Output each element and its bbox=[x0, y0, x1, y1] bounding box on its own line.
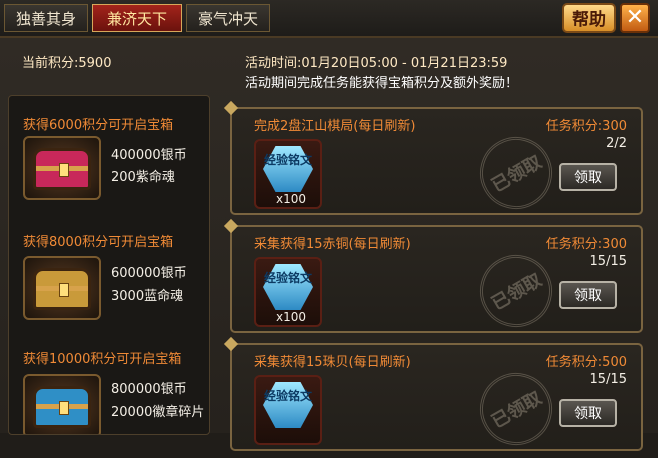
claimed-stamp-text: 已领取 bbox=[488, 151, 546, 197]
chest-reward-list[interactable]: 获得6000积分可开启宝箱 400000银币 200紫命魂 获得8000积分可开… bbox=[8, 95, 210, 435]
reward-item-slot[interactable]: 经验铭文 x100 bbox=[254, 139, 322, 209]
help-button[interactable]: 帮助 bbox=[562, 3, 616, 33]
event-panel: 独善其身 兼济天下 豪气冲天 帮助 ✕ 当前积分:5900 活动时间:01月20… bbox=[0, 0, 658, 458]
corner-ornament bbox=[223, 218, 239, 234]
current-points: 当前积分:5900 bbox=[22, 56, 112, 71]
task-points: 任务积分:500 bbox=[545, 355, 627, 370]
chest-slot[interactable] bbox=[23, 256, 101, 320]
task-name: 采集获得15珠贝(每日刷新) bbox=[254, 355, 411, 370]
chest-reward-fragments: 20000徽章碎片 bbox=[111, 405, 205, 420]
task-name: 采集获得15赤铜(每日刷新) bbox=[254, 237, 411, 252]
item-label: 经验铭文 bbox=[263, 153, 312, 167]
chest-slot[interactable] bbox=[23, 374, 101, 434]
chest-title: 获得6000积分可开启宝箱 bbox=[23, 118, 174, 133]
claimed-stamp-icon: 已领取 bbox=[466, 241, 566, 341]
chest-slot[interactable] bbox=[23, 136, 101, 200]
task-name: 完成2盘江山棋局(每日刷新) bbox=[254, 119, 416, 134]
chest-reward-soul: 200紫命魂 bbox=[111, 170, 175, 185]
item-label: 经验铭文 bbox=[263, 271, 312, 285]
claimed-stamp-text: 已领取 bbox=[488, 269, 546, 315]
tab-solo[interactable]: 独善其身 bbox=[4, 4, 88, 32]
task-progress: 2/2 bbox=[606, 136, 627, 151]
activity-time: 活动时间:01月20日05:00 - 01月21日23:59 bbox=[245, 56, 508, 71]
chest-reward-silver: 400000银币 bbox=[111, 148, 187, 163]
item-label: 经验铭文 bbox=[263, 389, 312, 403]
task-card: 采集获得15赤铜(每日刷新) 任务积分:300 15/15 经验铭文 x100 … bbox=[223, 218, 643, 341]
task-points: 任务积分:300 bbox=[545, 237, 627, 252]
task-progress: 15/15 bbox=[589, 254, 627, 269]
claim-button[interactable]: 领取 bbox=[559, 281, 617, 309]
claim-button[interactable]: 领取 bbox=[559, 399, 617, 427]
item-quantity: x100 bbox=[276, 310, 307, 324]
chest-title: 获得10000积分可开启宝箱 bbox=[23, 352, 182, 367]
claim-button[interactable]: 领取 bbox=[559, 163, 617, 191]
treasure-chest-icon bbox=[33, 386, 91, 428]
tab-group[interactable]: 兼济天下 bbox=[92, 4, 182, 32]
corner-ornament bbox=[223, 336, 239, 352]
task-card: 完成2盘江山棋局(每日刷新) 任务积分:300 2/2 经验铭文 x100 已领… bbox=[223, 100, 643, 223]
claimed-stamp-icon: 已领取 bbox=[466, 123, 566, 223]
claimed-stamp-icon: 已领取 bbox=[466, 359, 566, 458]
close-button[interactable]: ✕ bbox=[620, 3, 650, 33]
corner-ornament bbox=[223, 100, 239, 116]
reward-item-slot[interactable]: 经验铭文 x100 bbox=[254, 257, 322, 327]
chest-reward-silver: 600000银币 bbox=[111, 266, 187, 281]
task-points: 任务积分:300 bbox=[545, 119, 627, 134]
close-x-icon: ✕ bbox=[625, 5, 645, 30]
chest-reward-silver: 800000银币 bbox=[111, 382, 187, 397]
treasure-chest-icon bbox=[33, 148, 91, 190]
task-card: 采集获得15珠贝(每日刷新) 任务积分:500 15/15 经验铭文 已领取 领… bbox=[223, 336, 643, 458]
claimed-stamp-text: 已领取 bbox=[488, 387, 546, 433]
activity-description: 活动期间完成任务能获得宝箱积分及额外奖励！ bbox=[245, 76, 519, 91]
item-quantity: x100 bbox=[276, 192, 307, 206]
reward-item-slot[interactable]: 经验铭文 bbox=[254, 375, 322, 445]
treasure-chest-icon bbox=[33, 268, 91, 310]
chest-title: 获得8000积分可开启宝箱 bbox=[23, 235, 174, 250]
tab-heroic[interactable]: 豪气冲天 bbox=[186, 4, 270, 32]
task-progress: 15/15 bbox=[589, 372, 627, 387]
tab-bar: 独善其身 兼济天下 豪气冲天 帮助 ✕ bbox=[0, 0, 658, 38]
chest-reward-soul: 3000蓝命魂 bbox=[111, 289, 184, 304]
